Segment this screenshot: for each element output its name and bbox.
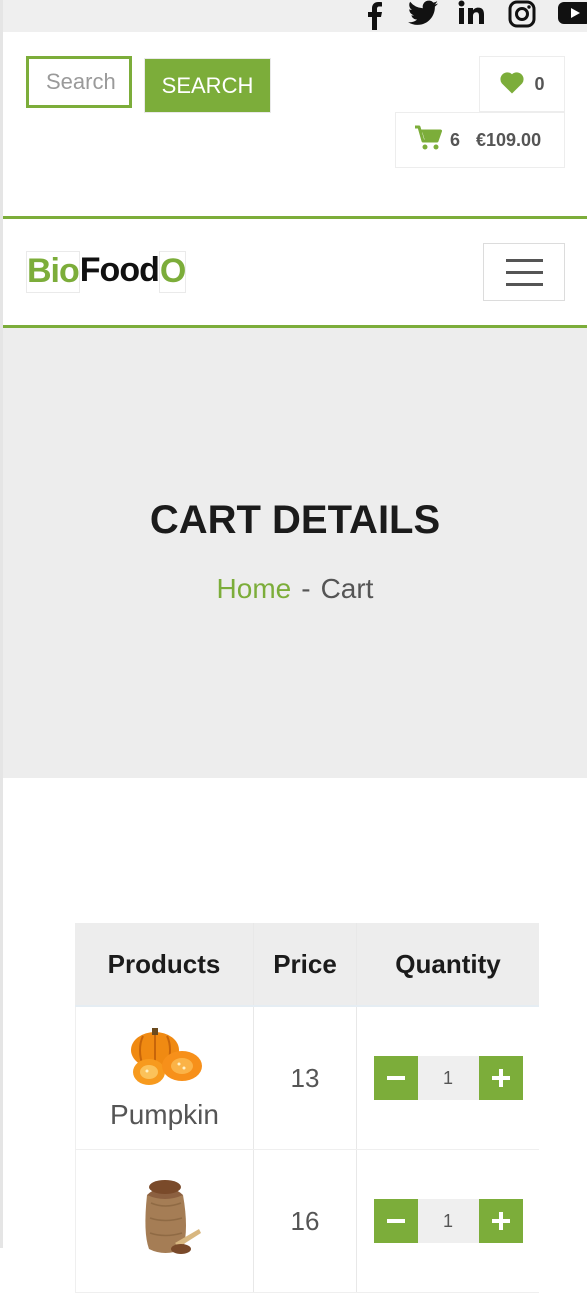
instagram-icon[interactable] [508,0,536,33]
quantity-stepper: 1 [373,1199,523,1243]
grain-sack-image[interactable] [125,1173,205,1268]
header-quantity: Quantity [395,948,501,979]
top-bar [3,0,587,32]
breadcrumb-home-link[interactable]: Home [217,573,292,604]
page-banner: CART DETAILS Home - Cart [3,328,587,778]
pumpkin-image[interactable] [125,1026,205,1097]
quantity-cell: 1 [357,1007,539,1149]
twitter-icon[interactable] [408,0,438,31]
cart-count: 6 [450,129,461,150]
cart-total: €109.00 [476,129,542,150]
heart-icon [499,70,525,99]
breadcrumb: Home - Cart [3,573,587,605]
brand-logo[interactable]: Bio Food O [26,251,186,293]
product-cell [75,1150,253,1292]
increment-button[interactable] [478,1056,523,1100]
price-cell: 13 [253,1007,357,1149]
menu-toggle-button[interactable] [483,243,565,301]
increment-button[interactable] [478,1199,523,1243]
hamburger-line [505,258,543,262]
search-input[interactable] [26,56,132,108]
linkedin-icon[interactable] [458,0,486,31]
quantity-cell: 1 [357,1150,539,1292]
hamburger-line [505,270,543,274]
search-button[interactable]: SEARCH [144,58,271,113]
hamburger-line [505,282,543,286]
cart-button[interactable]: 6 €109.00 [395,112,565,168]
brand-part-bio: Bio [26,251,80,293]
decrement-button[interactable] [373,1199,418,1243]
quantity-input[interactable]: 1 [417,1056,479,1100]
page-title: CART DETAILS [149,498,441,542]
cart-table-header: Products Price Quantity [75,923,539,1007]
breadcrumb-current: Cart [320,573,374,604]
decrement-button[interactable] [373,1056,418,1100]
product-cell: Pumpkin [75,1007,253,1149]
quantity-input[interactable]: 1 [417,1199,479,1243]
brand-part-o: O [158,251,186,293]
quantity-stepper: 1 [373,1056,523,1100]
youtube-icon[interactable] [558,0,587,31]
table-row: Pumpkin 13 1 [75,1007,539,1150]
facebook-icon[interactable] [363,0,385,35]
site-header: SEARCH 0 6 €109.00 [3,32,587,216]
wishlist-count: 0 [534,73,545,94]
product-name[interactable]: Pumpkin [110,1099,219,1131]
header-products: Products [107,948,221,979]
breadcrumb-separator: - [301,573,311,604]
wishlist-button[interactable]: 0 [479,56,565,112]
brand-part-food: Food [79,251,160,289]
navbar: Bio Food O [3,219,587,325]
table-row: 16 1 [75,1150,539,1293]
cart-table: Products Price Quantity Pumpkin 13 1 16 … [75,923,539,1293]
header-price: Price [253,923,357,1005]
cart-icon [414,125,442,156]
price-cell: 16 [253,1150,357,1292]
